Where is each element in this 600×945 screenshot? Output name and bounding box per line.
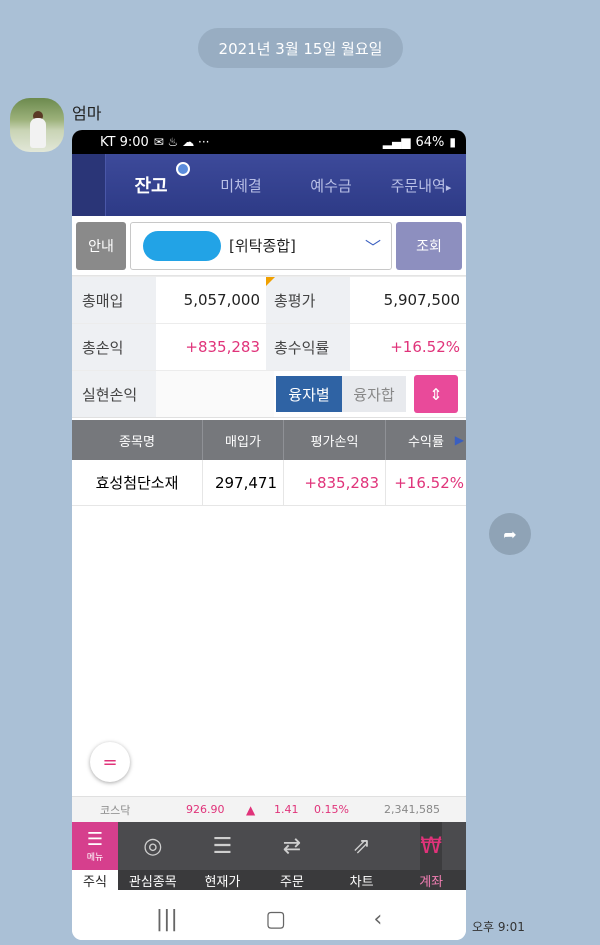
message-time: 오후 9:01 — [472, 920, 525, 934]
app-bottom-nav: ☰ 메뉴 주식 ◎ 관심종목 ☰ 현재가 ⇄ 주문 ⇗ 차트 ₩ 계좌 — [72, 822, 466, 890]
notification-icons: ✉ ♨ ☁ ··· — [153, 135, 210, 149]
floating-menu-icon[interactable]: = — [90, 742, 130, 782]
total-pl-label: 총손익 — [72, 324, 156, 370]
table-row[interactable]: 효성첨단소재 297,471 +835,283 +16.52% — [72, 460, 466, 506]
buy-price: 297,471 — [203, 460, 284, 505]
tab-order-history-label: 주문내역 — [390, 176, 446, 195]
total-buy-value: 5,057,000 — [156, 277, 266, 323]
col-header-buy-price[interactable]: 매입가 — [203, 420, 284, 460]
nav-stock-label: 주식 — [72, 870, 118, 890]
nav-watchlist[interactable]: ◎ 관심종목 — [118, 822, 188, 890]
home-icon[interactable]: ▢ — [265, 907, 286, 932]
refresh-badge-icon — [176, 162, 190, 176]
col-header-return[interactable]: 수익률 ▶ — [386, 420, 466, 460]
col-header-pl[interactable]: 평가손익 — [284, 420, 386, 460]
tab-unfilled[interactable]: 미체결 — [196, 175, 286, 196]
nav-chart-label: 차트 — [326, 870, 397, 890]
nav-current-price-label: 현재가 — [187, 870, 258, 890]
carrier-time: KT 9:00 — [100, 134, 149, 150]
total-eval-label-text: 총평가 — [274, 291, 316, 310]
ticker-volume: 2,341,585 — [384, 803, 440, 816]
chat-date-separator: 2021년 3월 15일 월요일 — [198, 28, 403, 68]
holdings-table-header: 종목명 매입가 평가손익 수익률 ▶ — [72, 420, 466, 460]
back-icon[interactable]: ‹ — [373, 907, 382, 932]
col-header-name[interactable]: 종목명 — [72, 420, 203, 460]
price-list-icon: ☰ — [212, 833, 233, 859]
chevron-down-icon: ﹀ — [364, 237, 381, 257]
by-loan-toggle[interactable]: 융자별 — [276, 376, 342, 412]
total-return-value: +16.52% — [350, 324, 466, 370]
ticker-change: 1.41 — [274, 803, 299, 816]
summary-row: 총매입 5,057,000 총평가 5,907,500 — [72, 276, 466, 323]
realized-pl-value-blurred — [156, 371, 274, 417]
recent-apps-icon[interactable]: ||| — [156, 907, 178, 932]
total-buy-label: 총매입 — [72, 277, 156, 323]
back-block[interactable] — [72, 154, 106, 216]
ticker-pct: 0.15% — [314, 803, 349, 816]
nav-order[interactable]: ⇄ 주문 — [257, 822, 327, 890]
summary-grid: 총매입 5,057,000 총평가 5,907,500 총손익 +835,283… — [72, 276, 466, 418]
total-eval-label: 총평가 — [266, 277, 350, 323]
query-button[interactable]: 조회 — [396, 221, 462, 270]
summary-row: 총손익 +835,283 총수익률 +16.52% — [72, 323, 466, 370]
tab-balance[interactable]: 잔고 — [106, 162, 196, 198]
total-return-label: 총수익률 — [266, 324, 350, 370]
nav-account-label: 계좌 — [396, 870, 466, 890]
ticker-name: 코스닥 — [100, 803, 131, 817]
index-ticker: 코스닥 926.90 ▲ 1.41 0.15% 2,341,585 — [72, 796, 466, 822]
corner-marker-icon — [266, 277, 275, 286]
redacted-account-number — [143, 230, 221, 261]
battery-icon: ▮ — [449, 135, 456, 149]
tab-order-history[interactable]: 주문내역▸ — [376, 175, 466, 196]
share-icon[interactable]: ➦ — [489, 513, 531, 555]
total-pl-value: +835,283 — [156, 324, 266, 370]
list-empty-area: = — [72, 506, 466, 796]
battery-level: 64% — [415, 134, 445, 150]
tab-balance-label: 잔고 — [134, 176, 168, 197]
loan-sum-toggle[interactable]: 융자합 — [342, 376, 406, 412]
tab-more-arrow-icon[interactable]: ▸ — [446, 181, 452, 194]
android-nav-bar: ||| ▢ ‹ — [72, 890, 466, 940]
phone-status-bar: KT 9:00 ✉ ♨ ☁ ··· ▂▄▆ 64% ▮ — [72, 130, 466, 154]
total-eval-value: 5,907,500 — [350, 277, 466, 323]
nav-watchlist-label: 관심종목 — [118, 870, 188, 890]
account-row: 안내 [위탁종합] ﹀ 조회 — [72, 216, 466, 276]
realized-pl-label: 실현손익 — [72, 371, 156, 417]
nav-current-price[interactable]: ☰ 현재가 — [187, 822, 258, 890]
hamburger-icon: ☰ 메뉴 — [72, 822, 118, 870]
col-header-return-label: 수익률 — [408, 434, 444, 450]
sort-icon[interactable]: ⇕ — [414, 375, 458, 413]
nav-menu[interactable]: ☰ 메뉴 주식 — [72, 822, 118, 890]
top-tab-bar: 잔고 미체결 예수금 주문내역▸ — [72, 154, 466, 216]
nav-chart[interactable]: ⇗ 차트 — [326, 822, 397, 890]
chart-icon: ⇗ — [352, 833, 371, 859]
won-icon: ₩ — [420, 822, 443, 870]
signal-icon: ▂▄▆ — [382, 135, 411, 149]
account-select[interactable]: [위탁종합] ﹀ — [130, 221, 392, 270]
stock-return: +16.52% — [394, 473, 464, 492]
stock-pl: +835,283 — [284, 460, 386, 505]
sender-name: 엄마 — [72, 104, 102, 123]
swap-icon: ⇄ — [282, 833, 302, 859]
target-icon: ◎ — [143, 833, 163, 859]
account-type: [위탁종합] — [229, 237, 296, 255]
loan-toggle-group: 융자별 융자합 ⇕ — [274, 371, 458, 417]
nav-account[interactable]: ₩ 계좌 — [396, 822, 466, 890]
up-arrow-icon: ▲ — [246, 802, 256, 817]
tab-deposit[interactable]: 예수금 — [286, 175, 376, 196]
shared-screenshot-image[interactable]: KT 9:00 ✉ ♨ ☁ ··· ▂▄▆ 64% ▮ 잔고 미체결 예수금 주… — [72, 130, 466, 940]
nav-order-label: 주문 — [257, 870, 327, 890]
menu-label: 메뉴 — [86, 853, 104, 863]
realized-row: 실현손익 융자별 융자합 ⇕ — [72, 370, 466, 417]
ticker-value: 926.90 — [186, 803, 225, 816]
sender-avatar[interactable] — [10, 98, 64, 152]
avatar-body — [30, 118, 46, 148]
stock-name: 효성첨단소재 — [72, 460, 203, 505]
guide-button[interactable]: 안내 — [76, 221, 126, 270]
scroll-right-icon[interactable]: ▶ — [455, 433, 464, 447]
